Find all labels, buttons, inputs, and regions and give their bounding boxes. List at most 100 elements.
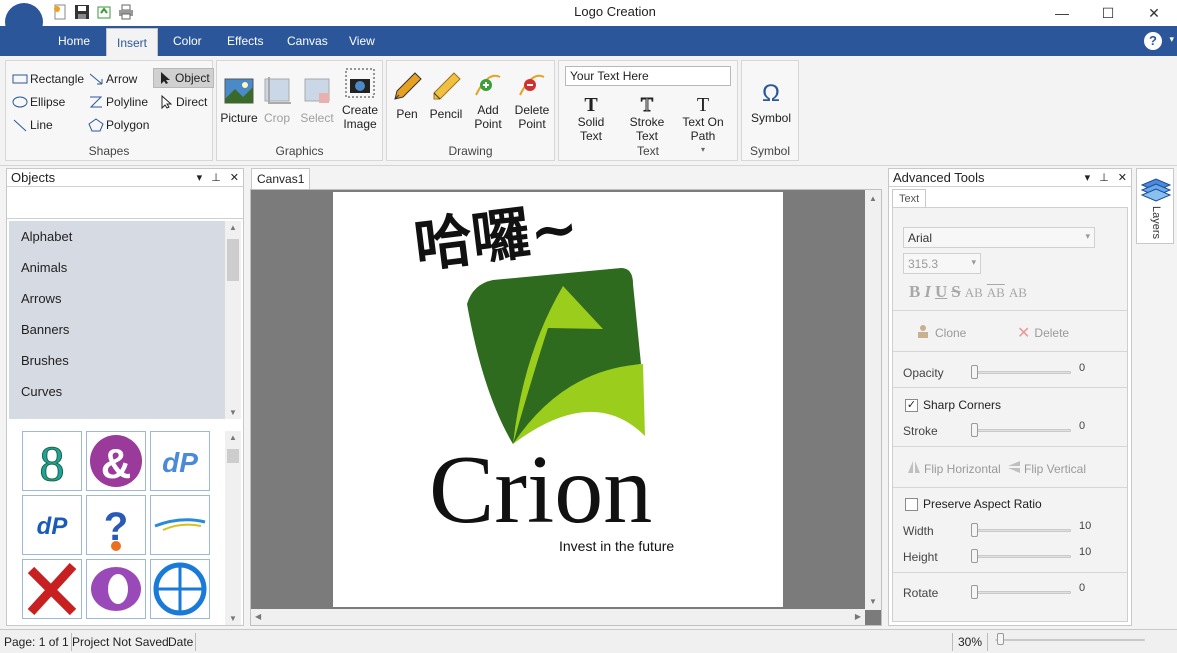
list-item[interactable]: Arrows (9, 283, 241, 314)
pin-icon[interactable]: ⊥ (211, 171, 221, 184)
tab-color[interactable]: Color (163, 26, 212, 56)
tab-canvas[interactable]: Canvas (277, 26, 338, 56)
pen-button[interactable]: Pen (391, 71, 423, 121)
tab-canvas1[interactable]: Canvas1 (251, 168, 311, 189)
thumbnail-scrollbar[interactable]: ▲ ▼ (225, 431, 241, 625)
opacity-slider[interactable] (971, 365, 1071, 379)
symbol-button[interactable]: Ω Symbol (745, 79, 797, 125)
panel-dropdown-icon[interactable]: ▾ (197, 171, 203, 184)
crop-button[interactable]: Crop (261, 75, 293, 125)
sharp-corners-checkbox[interactable]: ✓ (905, 399, 918, 412)
canvas-vertical-scrollbar[interactable]: ▲ ▼ (865, 190, 881, 610)
tab-text[interactable]: Text (892, 189, 927, 208)
slider-handle[interactable] (971, 423, 978, 437)
list-item[interactable]: Curves (9, 376, 241, 407)
list-item[interactable]: Brushes (9, 345, 241, 376)
text-input[interactable]: Your Text Here (565, 66, 731, 86)
logo-leaf-graphic[interactable] (453, 264, 653, 454)
font-family-select[interactable]: Arial ▾ (903, 227, 1095, 248)
scroll-left-icon[interactable]: ◀ (255, 612, 261, 621)
polygon-button[interactable]: Polygon (85, 115, 152, 135)
help-dropdown-icon[interactable]: ▾ (1169, 34, 1174, 45)
object-thumb-globe[interactable] (150, 559, 210, 619)
slider-handle[interactable] (971, 549, 978, 563)
polyline-button[interactable]: Polyline (85, 92, 151, 112)
solid-text-button[interactable]: T Solid Text (573, 95, 609, 143)
stroke-text-button[interactable]: T Stroke Text (625, 95, 669, 144)
height-slider[interactable] (971, 549, 1071, 563)
arrow-button[interactable]: Arrow (85, 69, 140, 89)
logo-brand-text[interactable]: Crion (429, 440, 652, 540)
clone-button[interactable]: Clone (915, 323, 966, 342)
object-thumb-question[interactable]: ? (86, 495, 146, 555)
preserve-aspect-checkbox[interactable] (905, 498, 918, 511)
object-button[interactable]: Object (153, 68, 214, 88)
slider-handle[interactable] (971, 365, 978, 379)
slider-handle[interactable] (971, 523, 978, 537)
object-thumb-swoosh[interactable] (150, 495, 210, 555)
picture-button[interactable]: Picture (220, 75, 258, 125)
overline-button[interactable]: AB (987, 285, 1005, 302)
help-icon[interactable]: ? (1144, 32, 1162, 50)
scroll-up-icon[interactable]: ▲ (225, 433, 241, 442)
delete-button[interactable]: ✕ Delete (1017, 323, 1069, 343)
list-item[interactable]: Animals (9, 252, 241, 283)
rotate-slider[interactable] (971, 585, 1071, 599)
ellipse-button[interactable]: Ellipse (9, 92, 68, 112)
pencil-button[interactable]: Pencil (427, 71, 465, 121)
delete-point-button[interactable]: Delete Point (511, 67, 553, 131)
app-menu-button[interactable] (5, 3, 43, 41)
tab-view[interactable]: View (339, 26, 385, 56)
add-point-button[interactable]: Add Point (469, 67, 507, 131)
scroll-right-icon[interactable]: ▶ (855, 612, 861, 621)
object-thumb-ampersand[interactable]: & (86, 431, 146, 491)
tab-effects[interactable]: Effects (217, 26, 273, 56)
close-icon[interactable]: ✕ (1118, 171, 1127, 184)
object-thumb-o[interactable] (86, 559, 146, 619)
close-button[interactable]: ✕ (1131, 0, 1177, 26)
scroll-up-icon[interactable]: ▲ (225, 223, 241, 232)
bold-button[interactable]: B (909, 282, 920, 302)
layers-tab[interactable]: Layers (1136, 168, 1174, 244)
canvas-horizontal-scrollbar[interactable]: ◀ ▶ (251, 609, 865, 625)
create-image-button[interactable]: Create Image (339, 67, 381, 131)
objects-search-area[interactable] (7, 187, 243, 219)
canvas-area[interactable]: 哈囉~ Crion Invest in the future ▲ ▼ ◀ ▶ (250, 189, 882, 626)
font-size-select[interactable]: 315.3 ▾ (903, 253, 981, 274)
artboard[interactable]: 哈囉~ Crion Invest in the future (333, 192, 783, 607)
close-icon[interactable]: ✕ (230, 171, 239, 184)
slider-handle[interactable] (971, 585, 978, 599)
all-caps-button[interactable]: AB (1009, 285, 1027, 302)
line-button[interactable]: Line (9, 115, 56, 135)
list-item[interactable]: Banners (9, 314, 241, 345)
flip-vertical-button[interactable]: Flip Vertical (1007, 460, 1086, 477)
tab-home[interactable]: Home (48, 26, 100, 56)
flip-horizontal-button[interactable]: Flip Horizontal (907, 460, 1001, 477)
zoom-slider[interactable] (995, 633, 1145, 645)
select-button[interactable]: Select (299, 75, 335, 125)
list-item[interactable]: Alphabet (9, 221, 241, 252)
rectangle-button[interactable]: Rectangle (9, 69, 87, 89)
slider-handle[interactable] (997, 633, 1004, 645)
scroll-thumb[interactable] (227, 239, 239, 281)
object-thumb-x[interactable] (22, 559, 82, 619)
underline-button[interactable]: U (935, 282, 947, 302)
minimize-button[interactable]: — (1039, 0, 1085, 26)
maximize-button[interactable]: ☐ (1085, 0, 1131, 26)
object-thumb-dp-blue[interactable]: dP (22, 495, 82, 555)
strikethrough-button[interactable]: S (951, 282, 960, 302)
pin-icon[interactable]: ⊥ (1099, 171, 1109, 184)
scroll-down-icon[interactable]: ▼ (865, 597, 881, 606)
direct-button[interactable]: Direct (155, 92, 210, 112)
scroll-thumb[interactable] (227, 449, 239, 463)
small-caps-button[interactable]: AB (965, 285, 983, 302)
scroll-down-icon[interactable]: ▼ (225, 614, 241, 623)
object-thumb-dp[interactable]: dP (150, 431, 210, 491)
tab-insert[interactable]: Insert (106, 28, 159, 56)
scroll-up-icon[interactable]: ▲ (865, 194, 881, 203)
logo-tagline-text[interactable]: Invest in the future (559, 538, 674, 554)
stroke-slider[interactable] (971, 423, 1071, 437)
object-thumb-eight[interactable]: 8 (22, 431, 82, 492)
scroll-down-icon[interactable]: ▼ (225, 408, 241, 417)
italic-button[interactable]: I (924, 282, 931, 302)
